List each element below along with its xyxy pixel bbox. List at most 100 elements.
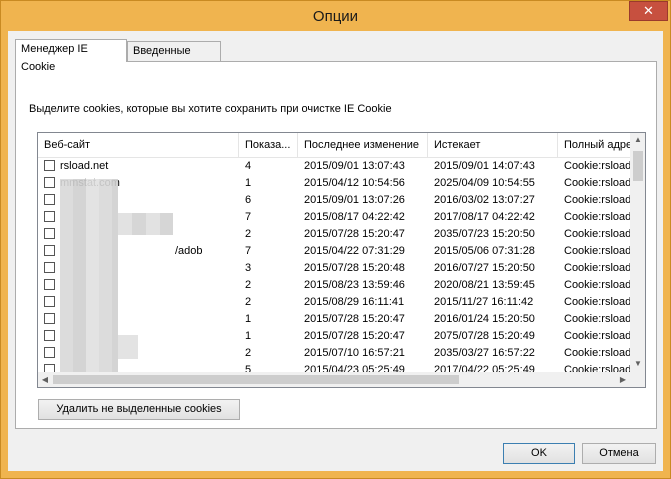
cell-expires: 2016/01/24 15:20:50: [434, 313, 535, 325]
cell-modified: 2015/07/28 15:20:47: [304, 330, 405, 342]
cell-site: rsload.net: [60, 160, 109, 172]
instruction-text: Выделите cookies, которые вы хотите сохр…: [29, 103, 392, 115]
delete-unselected-button[interactable]: Удалить не выделенные cookies: [38, 399, 240, 420]
cell-expires: 2035/03/27 16:57:22: [434, 347, 535, 359]
redacted-region: [118, 213, 173, 235]
close-icon: ✕: [643, 3, 654, 18]
column-header-expires[interactable]: Истекает: [428, 133, 558, 157]
cell-modified: 2015/04/12 10:54:56: [304, 177, 405, 189]
column-header-site[interactable]: Веб-сайт: [38, 133, 239, 157]
table-row[interactable]: mmstat.com12015/04/12 10:54:562025/04/09…: [38, 175, 633, 192]
row-checkbox[interactable]: [44, 279, 55, 290]
table-row[interactable]: /adob 7 2015/04/22 07:31:29 2015/05/06 07:3…: [38, 243, 633, 260]
cell-expires: 2020/08/21 13:59:45: [434, 279, 535, 291]
row-checkbox[interactable]: [44, 177, 55, 188]
cell-views: 7: [245, 211, 252, 223]
row-checkbox[interactable]: [44, 330, 55, 341]
vertical-scrollbar[interactable]: ▲ ▼: [630, 133, 645, 373]
scroll-down-icon[interactable]: ▼: [631, 359, 645, 368]
list-header: Веб-сайт Показа... Последнее изменение И…: [38, 133, 633, 158]
horizontal-scroll-thumb[interactable]: [53, 375, 459, 384]
tab-ie-cookie-manager[interactable]: Менеджер IE Cookie: [15, 39, 127, 73]
cell-path: Cookie:rsload: [564, 228, 632, 240]
column-header-path[interactable]: Полный адрес: [558, 133, 633, 157]
cell-modified: 2015/08/23 13:59:46: [304, 279, 405, 291]
cell-expires: 2015/11/27 16:11:42: [434, 296, 534, 308]
cell-views: 2: [245, 279, 252, 291]
cell-views: 3: [245, 262, 252, 274]
cell-path: Cookie:rsload: [564, 262, 632, 274]
cell-views: 2: [245, 296, 252, 308]
redacted-region: [118, 335, 138, 359]
row-checkbox[interactable]: [44, 313, 55, 324]
row-checkbox[interactable]: [44, 228, 55, 239]
cell-path: Cookie:rsload: [564, 330, 632, 342]
row-checkbox[interactable]: [44, 160, 55, 171]
cell-path: Cookie:rsload: [564, 194, 632, 206]
cell-path: Cookie:rsload: [564, 296, 632, 308]
table-row[interactable]: 6 2015/09/01 13:07:26 2016/03/02 13:07:27 C…: [38, 192, 633, 209]
cell-views: 6: [245, 194, 252, 206]
tab-typed-urls[interactable]: Введенные URL: [127, 41, 221, 75]
cell-modified: 2015/07/10 16:57:21: [304, 347, 405, 359]
cell-views: 1: [245, 313, 252, 325]
cell-site: /adob: [175, 245, 203, 257]
cell-expires: 2016/03/02 13:07:27: [434, 194, 535, 206]
cell-expires: 2015/05/06 07:31:28: [434, 245, 535, 257]
dialog-client: Менеджер IE Cookie Введенные URL Выделит…: [8, 31, 663, 471]
cell-path: Cookie:rsload: [564, 160, 632, 172]
cell-modified: 2015/09/01 13:07:26: [304, 194, 405, 206]
cell-modified: 2015/08/17 04:22:42: [304, 211, 405, 223]
row-checkbox[interactable]: [44, 262, 55, 273]
cell-expires: 2075/07/28 15:20:49: [434, 330, 535, 342]
table-row[interactable]: 2 2015/08/23 13:59:46 2020/08/21 13:59:45 C…: [38, 277, 633, 294]
row-checkbox[interactable]: [44, 296, 55, 307]
row-checkbox[interactable]: [44, 211, 55, 222]
cell-path: Cookie:rsload: [564, 177, 632, 189]
cell-modified: 2015/07/28 15:20:48: [304, 262, 405, 274]
cell-views: 1: [245, 330, 252, 342]
table-row[interactable]: 2 2015/08/29 16:11:41 2015/11/27 16:11:42 C…: [38, 294, 633, 311]
cell-views: 2: [245, 228, 252, 240]
cell-modified: 2015/09/01 13:07:43: [304, 160, 405, 172]
column-header-views[interactable]: Показа...: [239, 133, 298, 157]
ok-button[interactable]: OK: [503, 443, 575, 464]
row-checkbox[interactable]: [44, 245, 55, 256]
cell-expires: 2035/07/23 15:20:50: [434, 228, 535, 240]
cell-path: Cookie:rsload: [564, 347, 632, 359]
scroll-right-icon[interactable]: ▶: [616, 375, 630, 384]
cell-path: Cookie:rsload: [564, 313, 632, 325]
cell-expires: 2015/09/01 14:07:43: [434, 160, 535, 172]
cell-views: 7: [245, 245, 252, 257]
close-button[interactable]: ✕: [629, 1, 668, 21]
table-row[interactable]: 3 2015/07/28 15:20:48 2016/07/27 15:20:50 C…: [38, 260, 633, 277]
scrollbar-corner: [631, 372, 645, 387]
vertical-scroll-thumb[interactable]: [633, 151, 643, 181]
cell-path: Cookie:rsload: [564, 245, 632, 257]
cancel-button[interactable]: Отмена: [582, 443, 656, 464]
cell-views: 2: [245, 347, 252, 359]
window-title: Опции: [312, 8, 359, 25]
redacted-region: [60, 179, 118, 387]
cell-expires: 2017/08/17 04:22:42: [434, 211, 535, 223]
cell-modified: 2015/04/22 07:31:29: [304, 245, 405, 257]
tab-panel: Выделите cookies, которые вы хотите сохр…: [15, 61, 657, 429]
column-header-modified[interactable]: Последнее изменение: [298, 133, 428, 157]
cell-path: Cookie:rsload: [564, 279, 632, 291]
cell-expires: 2025/04/09 10:54:55: [434, 177, 535, 189]
horizontal-scrollbar[interactable]: ◀ ▶: [38, 372, 633, 387]
cookie-list[interactable]: Веб-сайт Показа... Последнее изменение И…: [37, 132, 646, 388]
table-row[interactable]: rsload.net 4 2015/09/01 13:07:43 2015/09/01…: [38, 158, 633, 175]
options-window: Опции ✕ Менеджер IE Cookie Введенные URL…: [0, 0, 671, 479]
table-row[interactable]: 1 2015/07/28 15:20:47 2016/01/24 15:20:50 C…: [38, 311, 633, 328]
cell-modified: 2015/07/28 15:20:47: [304, 313, 405, 325]
cell-views: 4: [245, 160, 252, 172]
row-checkbox[interactable]: [44, 347, 55, 358]
scroll-left-icon[interactable]: ◀: [38, 375, 52, 384]
scroll-up-icon[interactable]: ▲: [631, 135, 645, 144]
cell-modified: 2015/08/29 16:11:41: [304, 296, 405, 308]
row-checkbox[interactable]: [44, 194, 55, 205]
cell-expires: 2016/07/27 15:20:50: [434, 262, 535, 274]
title-bar[interactable]: Опции ✕: [1, 1, 670, 31]
cell-views: 1: [245, 177, 252, 189]
